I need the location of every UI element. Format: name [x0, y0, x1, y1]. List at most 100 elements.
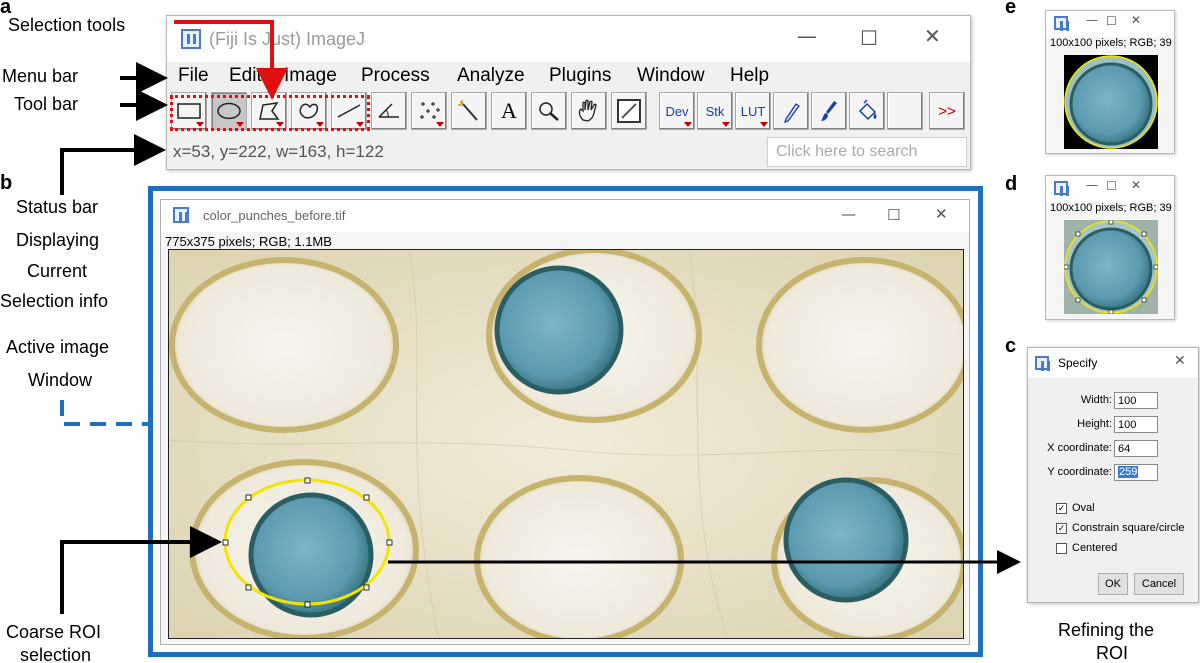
- image-window-title: color_punches_before.tif: [203, 208, 346, 223]
- selection-tools-highlight: [170, 95, 370, 131]
- panel-letter-e: e: [1005, 0, 1017, 18]
- height-field[interactable]: [1114, 416, 1158, 433]
- maximize-icon[interactable]: ☐: [887, 206, 900, 224]
- fiji-icon: [1054, 16, 1068, 31]
- y-coordinate-label: Y coordinate:: [1047, 466, 1112, 478]
- pencil-tool[interactable]: [773, 92, 809, 130]
- hand-tool[interactable]: [571, 92, 607, 130]
- cropped-roi-window-e: — ☐ ✕ 100x100 pixels; RGB; 39: [1045, 10, 1175, 154]
- image-window: color_punches_before.tif — ☐ ✕ 775x375 p…: [160, 199, 970, 645]
- panel-letter-d: d: [1005, 173, 1018, 195]
- constrain-checkbox[interactable]: ✓: [1056, 523, 1067, 534]
- masked-punch-image: [1064, 55, 1158, 149]
- width-field[interactable]: [1114, 392, 1158, 409]
- status-bar-label-2: Displaying: [16, 230, 100, 250]
- imagej-titlebar: (Fiji Is Just) ImageJ — ☐ ✕: [167, 16, 970, 62]
- submenu-indicator: [684, 122, 692, 127]
- fiji-icon: [181, 29, 201, 49]
- flood-fill-tool[interactable]: [849, 92, 885, 130]
- status-bar-label-4: Selection info: [0, 291, 109, 311]
- menu-plugins[interactable]: Plugins: [549, 65, 611, 87]
- text-tool[interactable]: A: [491, 92, 527, 130]
- minimize-icon[interactable]: —: [1086, 13, 1098, 27]
- status-bar-arrow: [60, 134, 166, 195]
- close-icon[interactable]: ✕: [935, 205, 948, 223]
- thumbnail-titlebar: — ☐ ✕: [1046, 176, 1174, 202]
- more-tools-label: >>: [938, 102, 956, 120]
- brush-tool[interactable]: [811, 92, 847, 130]
- wand-tool[interactable]: [451, 92, 487, 130]
- coarse-roi-label: Coarse ROI: [6, 622, 102, 642]
- close-icon[interactable]: ✕: [924, 24, 941, 48]
- magnifier-icon: [539, 102, 559, 121]
- coarse-roi-label-2: selection: [20, 645, 92, 663]
- centered-checkbox[interactable]: [1056, 543, 1067, 554]
- fiji-icon: [1035, 356, 1049, 371]
- y-coordinate-selection: 259: [1118, 466, 1139, 478]
- magnifier-tool[interactable]: [531, 92, 567, 130]
- panel-letter-c: c: [1005, 335, 1017, 357]
- fiji-icon: [173, 207, 189, 223]
- submenu-indicator: [436, 122, 444, 127]
- angle-icon: [378, 103, 399, 118]
- thumbnail-info: 100x100 pixels; RGB; 39: [1050, 202, 1172, 214]
- status-text: x=53, y=222, w=163, h=122: [173, 142, 384, 161]
- status-bar-label-3: Current: [27, 261, 88, 281]
- close-icon[interactable]: ✕: [1174, 353, 1186, 369]
- image-window-titlebar: color_punches_before.tif — ☐ ✕: [161, 200, 969, 232]
- panel-letter-b: b: [0, 172, 13, 194]
- submenu-indicator: [760, 122, 768, 127]
- constrain-label: Constrain square/circle: [1072, 522, 1185, 534]
- more-tools-button[interactable]: >>: [929, 92, 965, 130]
- width-label: Width:: [1080, 394, 1112, 406]
- selection-tools-label: Selection tools: [8, 15, 126, 35]
- active-image-dashed-line: [60, 400, 148, 426]
- minimize-icon[interactable]: —: [797, 24, 817, 48]
- active-image-label: Active image: [6, 337, 110, 357]
- menu-window[interactable]: Window: [637, 65, 705, 87]
- menu-analyze[interactable]: Analyze: [457, 65, 525, 87]
- ok-button[interactable]: OK: [1098, 573, 1128, 595]
- specify-title: Specify: [1058, 356, 1098, 370]
- stk-tool[interactable]: Stk: [697, 92, 733, 130]
- thumbnail-info: 100x100 pixels; RGB; 39: [1050, 37, 1172, 49]
- menu-image[interactable]: Image: [284, 65, 337, 87]
- angle-tool[interactable]: [371, 92, 407, 130]
- flood-fill-icon: [858, 99, 877, 121]
- image-info: 775x375 pixels; RGB; 1.1MB: [165, 234, 332, 249]
- point-tool[interactable]: [411, 92, 447, 130]
- window-title: (Fiji Is Just) ImageJ: [209, 29, 366, 49]
- fiji-icon: [1054, 181, 1068, 196]
- x-coordinate-field[interactable]: [1114, 440, 1158, 457]
- status-bar-label: Status bar: [16, 197, 99, 217]
- menu-process[interactable]: Process: [361, 65, 430, 87]
- color-picker-tool[interactable]: [611, 92, 647, 130]
- menu-file[interactable]: File: [178, 65, 209, 87]
- close-icon[interactable]: ✕: [1131, 178, 1141, 192]
- maximize-icon[interactable]: ☐: [1106, 179, 1117, 193]
- cropped-roi-window-d: — ☐ ✕ 100x100 pixels; RGB; 39: [1045, 175, 1175, 320]
- dev-label: Dev: [665, 103, 689, 119]
- oval-label: Oval: [1072, 502, 1095, 514]
- lut-tool[interactable]: LUT: [735, 92, 771, 130]
- image-canvas[interactable]: [168, 249, 964, 639]
- specify-titlebar: Specify ✕: [1028, 348, 1198, 378]
- maximize-icon[interactable]: ☐: [860, 26, 878, 50]
- wand-icon: [458, 100, 478, 121]
- minimize-icon[interactable]: —: [1086, 178, 1098, 192]
- close-icon[interactable]: ✕: [1131, 13, 1141, 27]
- dev-tool[interactable]: Dev: [659, 92, 695, 130]
- refining-label: Refining the: [1058, 620, 1155, 640]
- maximize-icon[interactable]: ☐: [1106, 14, 1117, 28]
- refining-label-2: ROI: [1096, 643, 1129, 663]
- text-icon: A: [501, 98, 517, 123]
- menu-edit[interactable]: Edit: [229, 65, 262, 87]
- minimize-icon[interactable]: —: [841, 205, 856, 223]
- status-bar: x=53, y=222, w=163, h=122 Click here to …: [167, 134, 970, 170]
- oval-checkbox[interactable]: ✓: [1056, 503, 1067, 514]
- search-input[interactable]: Click here to search: [767, 137, 967, 167]
- empty-tool-slot[interactable]: [887, 92, 923, 130]
- brush-icon: [821, 101, 837, 121]
- menu-help[interactable]: Help: [730, 65, 769, 87]
- cancel-button[interactable]: Cancel: [1134, 573, 1184, 595]
